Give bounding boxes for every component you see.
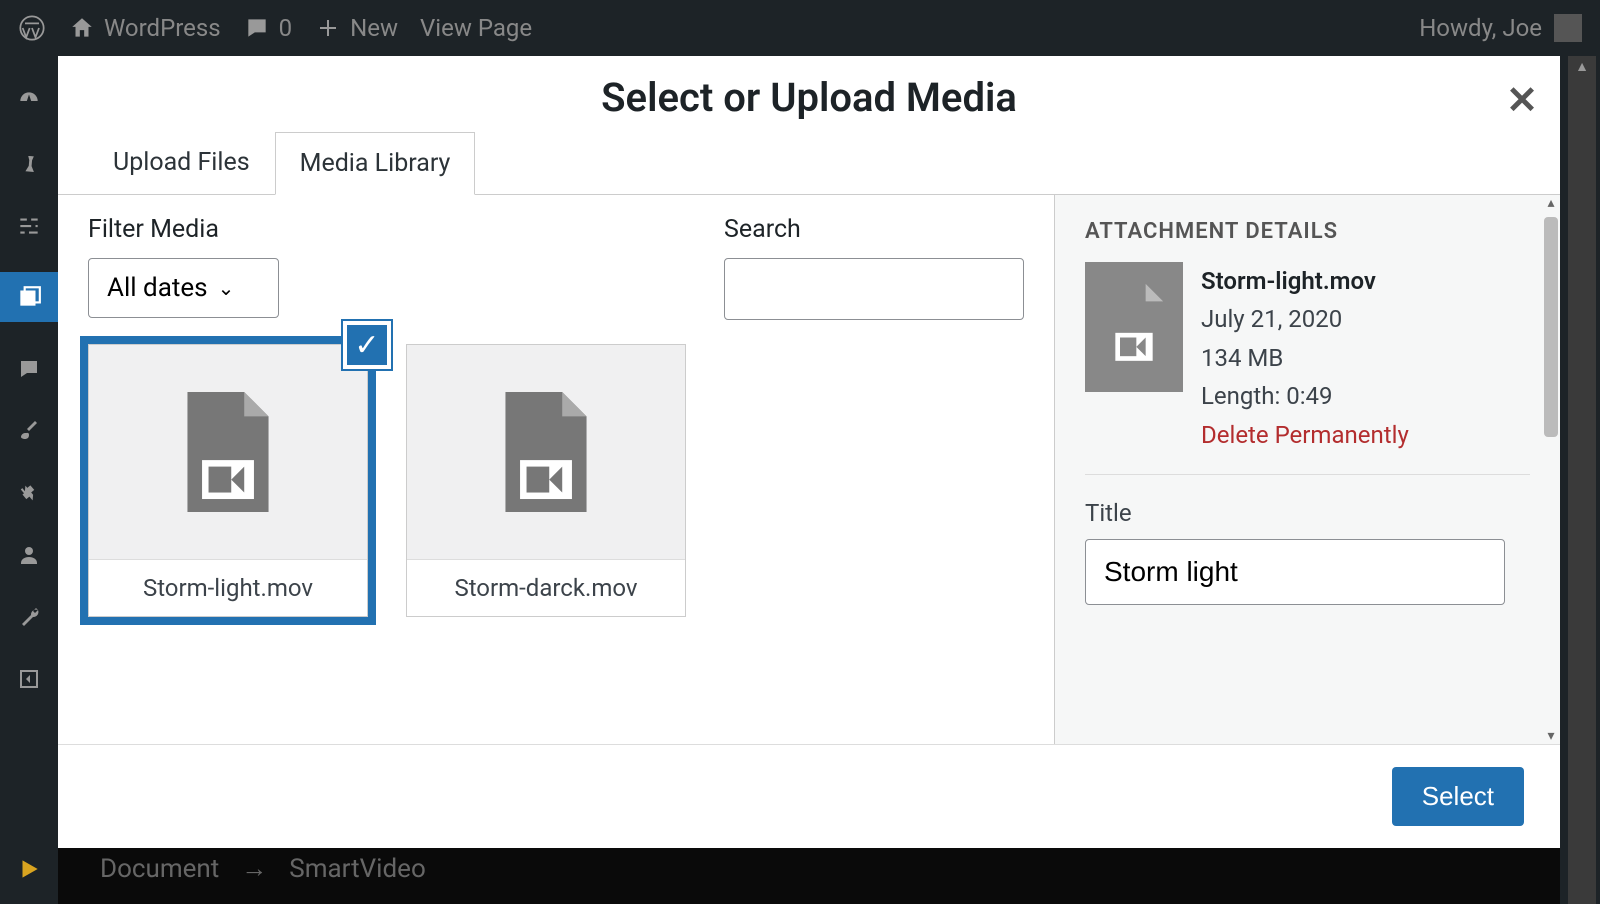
title-field-label: Title — [1085, 499, 1530, 527]
breadcrumb-arrow: → — [241, 853, 267, 884]
modal-footer: Select — [58, 744, 1560, 848]
comments-count: 0 — [279, 14, 293, 42]
home-icon — [68, 14, 96, 42]
breadcrumb-root[interactable]: Document — [100, 854, 219, 884]
media-filename: Storm-light.mov — [89, 560, 367, 616]
close-icon[interactable]: ✕ — [1506, 78, 1538, 123]
details-length: Length: 0:49 — [1201, 377, 1409, 415]
details-heading: ATTACHMENT DETAILS — [1085, 219, 1530, 244]
media-thumbnail — [89, 345, 367, 560]
breadcrumb-current[interactable]: SmartVideo — [289, 854, 426, 884]
search-input[interactable] — [724, 258, 1024, 320]
sliders-icon[interactable] — [14, 210, 44, 240]
tab-upload-files[interactable]: Upload Files — [88, 131, 275, 194]
modal-tabs: Upload Files Media Library — [58, 131, 1560, 194]
modal-body: Filter Media All dates ⌄ Search ✓ — [58, 194, 1560, 744]
play-icon[interactable] — [14, 854, 44, 884]
media-modal: Select or Upload Media ✕ Upload Files Me… — [58, 56, 1560, 848]
media-thumbnail — [407, 345, 685, 560]
pin-icon[interactable] — [14, 148, 44, 178]
comment-admin-icon[interactable] — [14, 354, 44, 384]
selected-check-icon[interactable]: ✓ — [343, 321, 391, 369]
admin-bar: WordPress 0 New View Page Howdy, Joe — [0, 0, 1600, 56]
dashboard-icon[interactable] — [14, 86, 44, 116]
details-size: 134 MB — [1201, 339, 1409, 377]
new-label: New — [350, 14, 398, 42]
site-name: WordPress — [104, 14, 221, 42]
panel-scrollbar[interactable]: ▴ ▾ — [1542, 195, 1560, 744]
comments-link[interactable]: 0 — [243, 14, 293, 42]
modal-header: Select or Upload Media ✕ — [58, 56, 1560, 131]
new-content-link[interactable]: New — [314, 14, 398, 42]
attachment-details-panel: ATTACHMENT DETAILS Storm-light.mov July … — [1055, 195, 1560, 744]
delete-permanently-link[interactable]: Delete Permanently — [1201, 416, 1409, 454]
media-item[interactable]: ✓ Storm-light.mov — [88, 344, 368, 617]
title-input[interactable] — [1085, 539, 1505, 605]
avatar[interactable] — [1554, 14, 1582, 42]
scroll-up-icon[interactable]: ▲ — [1568, 56, 1596, 77]
divider — [1085, 474, 1530, 475]
media-grid: ✓ Storm-light.mov Storm-darck.mov — [88, 344, 1024, 617]
date-filter-value: All dates — [107, 273, 208, 303]
details-filename: Storm-light.mov — [1201, 262, 1409, 300]
details-date: July 21, 2020 — [1201, 300, 1409, 338]
admin-sidebar — [0, 56, 58, 904]
select-button[interactable]: Select — [1392, 767, 1524, 826]
plugins-icon[interactable] — [14, 478, 44, 508]
collapse-icon[interactable] — [14, 664, 44, 694]
chevron-down-icon: ⌄ — [218, 276, 235, 300]
scroll-down-icon[interactable]: ▾ — [1542, 728, 1560, 744]
details-thumbnail — [1085, 262, 1183, 392]
tools-icon[interactable] — [14, 602, 44, 632]
scroll-up-icon[interactable]: ▴ — [1542, 195, 1560, 211]
breadcrumb: Document → SmartVideo — [100, 853, 426, 884]
media-icon[interactable] — [0, 272, 58, 322]
search-label: Search — [724, 215, 1024, 244]
plus-icon — [314, 14, 342, 42]
view-page-link[interactable]: View Page — [420, 14, 532, 42]
filter-media-label: Filter Media — [88, 215, 644, 244]
scrollbar-thumb[interactable] — [1544, 217, 1558, 437]
page-scrollbar[interactable]: ▲ — [1568, 56, 1596, 904]
tab-media-library[interactable]: Media Library — [275, 132, 476, 195]
date-filter-select[interactable]: All dates ⌄ — [88, 258, 279, 318]
site-link[interactable]: WordPress — [68, 14, 221, 42]
user-icon[interactable] — [14, 540, 44, 570]
library-main: Filter Media All dates ⌄ Search ✓ — [58, 195, 1055, 744]
wordpress-logo-icon[interactable] — [18, 14, 46, 42]
modal-title: Select or Upload Media — [58, 74, 1560, 121]
brush-icon[interactable] — [14, 416, 44, 446]
comment-icon — [243, 14, 271, 42]
media-filename: Storm-darck.mov — [407, 560, 685, 616]
media-item[interactable]: Storm-darck.mov — [406, 344, 686, 617]
howdy-text[interactable]: Howdy, Joe — [1419, 14, 1542, 42]
